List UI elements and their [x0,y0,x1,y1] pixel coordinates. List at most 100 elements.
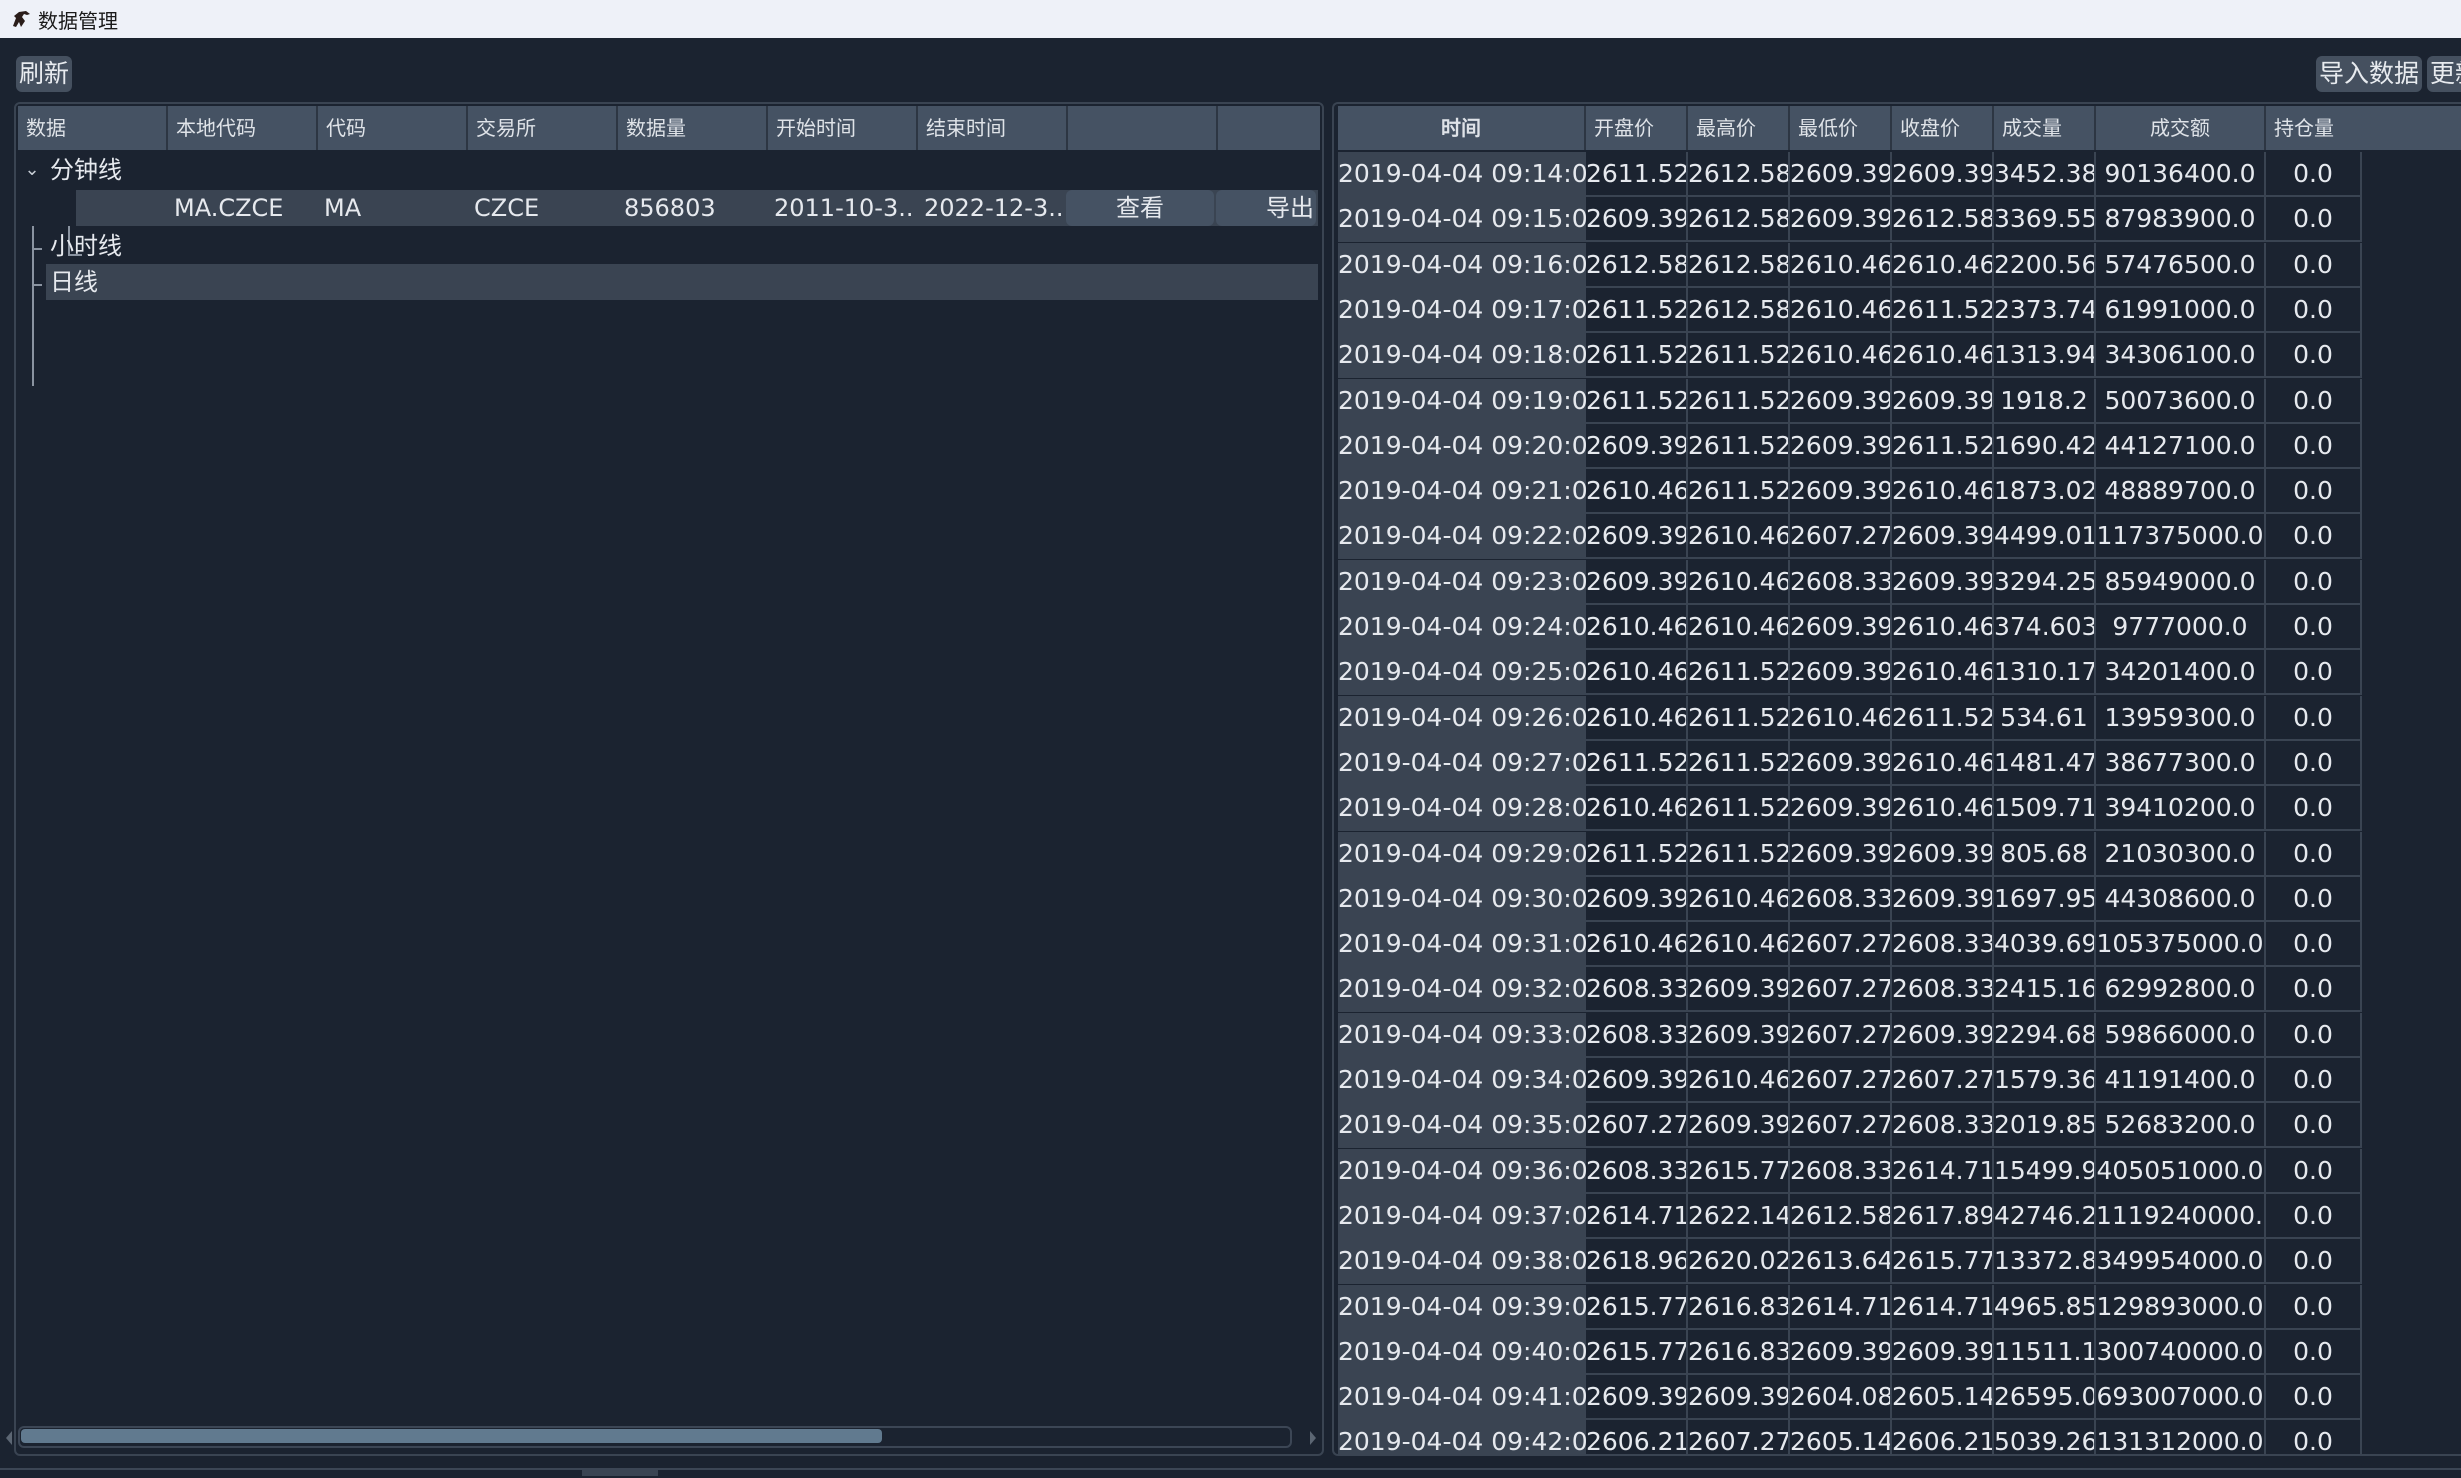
bar-table-row[interactable]: 2019-04-04 09:26:00 2610.46 2611.52 2610.46… [1338,695,2362,741]
bar-cell-open: 2610.46 [1586,695,1688,741]
bar-table-row[interactable]: 2019-04-04 09:22:00 2609.39 2610.46 2607.27… [1338,514,2362,560]
update-button[interactable]: 更新 [2427,56,2461,92]
tree-branch-line [32,248,42,250]
bar-table-row[interactable]: 2019-04-04 09:34:00 2609.39 2610.46 2607.27… [1338,1058,2362,1103]
bar-table-row[interactable]: 2019-04-04 09:14:00 2611.52 2612.58 2609.39… [1338,152,2362,197]
bar-cell-turnover: 300740000.0 [2096,1329,2266,1375]
bar-table-row[interactable]: 2019-04-04 09:24:00 2610.46 2610.46 2609.39… [1338,605,2362,650]
bottom-tab[interactable] [582,1470,658,1476]
bar-cell-volume: 1690.42 [1994,423,2096,469]
bar-table-row[interactable]: 2019-04-04 09:25:00 2610.46 2611.52 2609.39… [1338,650,2362,696]
bar-header-time[interactable]: 时间 [1338,106,1586,150]
tree-header-view[interactable] [1068,106,1218,150]
bar-cell-turnover: 13959300.0 [2096,695,2266,741]
bar-header-close[interactable]: 收盘价 [1892,106,1994,150]
local-code-cell: MA.CZCE [174,194,284,222]
bar-table-row[interactable]: 2019-04-04 09:29:00 2611.52 2611.52 2609.39… [1338,831,2362,877]
bar-cell-low: 2609.39 [1790,605,1892,650]
bar-cell-close: 2617.89 [1892,1193,1994,1239]
bar-cell-time: 2019-04-04 09:27:00 [1338,740,1586,786]
bar-table-row[interactable]: 2019-04-04 09:16:00 2612.58 2612.58 2610.46… [1338,242,2362,288]
bar-cell-close: 2609.39 [1892,514,1994,560]
bar-cell-close: 2609.39 [1892,876,1994,922]
tree-header-local-code[interactable]: 本地代码 [168,106,318,150]
bar-table-row[interactable]: 2019-04-04 09:17:00 2611.52 2612.58 2610.46… [1338,287,2362,333]
tree-header-code[interactable]: 代码 [318,106,468,150]
bar-cell-open-interest: 0.0 [2266,152,2362,197]
bar-cell-high: 2622.14 [1688,1193,1790,1239]
bar-cell-turnover: 85949000.0 [2096,559,2266,605]
bar-cell-time: 2019-04-04 09:40:00 [1338,1329,1586,1375]
bar-cell-close: 2609.39 [1892,559,1994,605]
bar-cell-open: 2611.52 [1586,287,1688,333]
bar-table-row[interactable]: 2019-04-04 09:33:00 2608.33 2609.39 2607.27… [1338,1012,2362,1058]
bar-table-row[interactable]: 2019-04-04 09:31:00 2610.46 2610.46 2607.27… [1338,922,2362,968]
bar-cell-volume: 2294.68 [1994,1012,2096,1058]
bar-cell-open: 2610.46 [1586,786,1688,832]
bar-table-row[interactable]: 2019-04-04 09:35:00 2607.27 2609.39 2607.27… [1338,1103,2362,1149]
bar-table-row[interactable]: 2019-04-04 09:36:00 2608.33 2615.77 2608.33… [1338,1148,2362,1194]
bar-cell-time: 2019-04-04 09:26:00 [1338,695,1586,741]
tree-group-hour[interactable]: 小时线 [46,228,1318,264]
bar-header-low[interactable]: 最低价 [1790,106,1892,150]
bar-cell-turnover: 405051000.0 [2096,1148,2266,1194]
bar-cell-low: 2610.46 [1790,287,1892,333]
bar-header-open[interactable]: 开盘价 [1586,106,1688,150]
bar-table-row[interactable]: 2019-04-04 09:39:00 2615.77 2616.83 2614.71… [1338,1284,2362,1330]
bar-cell-close: 2610.46 [1892,650,1994,696]
bar-header-volume[interactable]: 成交量 [1994,106,2096,150]
export-button[interactable]: 导出 [1216,190,1316,226]
chevron-down-icon[interactable]: ⌄ [18,152,46,188]
bar-table-row[interactable]: 2019-04-04 09:37:00 2614.71 2622.14 2612.58… [1338,1193,2362,1239]
bar-header-turnover[interactable]: 成交额 [2096,106,2266,150]
start-time-cell: 2011-10-3... [774,194,916,222]
bar-table-row[interactable]: 2019-04-04 09:42:00 2606.21 2607.27 2605.14… [1338,1420,2362,1454]
bar-table-row[interactable]: 2019-04-04 09:32:00 2608.33 2609.39 2607.27… [1338,967,2362,1013]
bar-table-row[interactable]: 2019-04-04 09:23:00 2609.39 2610.46 2608.33… [1338,559,2362,605]
bar-cell-time: 2019-04-04 09:32:00 [1338,967,1586,1013]
bar-cell-close: 2611.52 [1892,423,1994,469]
tree-header-start[interactable]: 开始时间 [768,106,918,150]
scrollbar-thumb[interactable] [21,1429,882,1443]
tree-header-end[interactable]: 结束时间 [918,106,1068,150]
bar-cell-close: 2609.39 [1892,152,1994,197]
bar-cell-open: 2611.52 [1586,333,1688,379]
bar-cell-turnover: 129893000.0 [2096,1284,2266,1330]
bar-table-row[interactable]: 2019-04-04 09:28:00 2610.46 2611.52 2609.39… [1338,786,2362,832]
tree-header-data[interactable]: 数据 [18,106,168,150]
bar-cell-time: 2019-04-04 09:23:00 [1338,559,1586,605]
import-data-button[interactable]: 导入数据 [2316,56,2423,92]
bar-table-row[interactable]: 2019-04-04 09:41:00 2609.39 2609.39 2604.08… [1338,1375,2362,1421]
bar-table-row[interactable]: 2019-04-04 09:18:00 2611.52 2611.52 2610.46… [1338,333,2362,379]
bar-table-row[interactable]: 2019-04-04 09:19:00 2611.52 2611.52 2609.39… [1338,378,2362,424]
bar-table-row[interactable]: 2019-04-04 09:38:00 2618.96 2620.02 2613.64… [1338,1239,2362,1285]
bar-table-row[interactable]: 2019-04-04 09:30:00 2609.39 2610.46 2608.33… [1338,876,2362,922]
tree-group-minute[interactable]: ⌄ 分钟线 [18,152,1320,188]
bar-table-row[interactable]: 2019-04-04 09:27:00 2611.52 2611.52 2609.39… [1338,740,2362,786]
bar-cell-turnover: 61991000.0 [2096,287,2266,333]
bar-cell-time: 2019-04-04 09:18:00 [1338,333,1586,379]
bar-cell-turnover: 105375000.0 [2096,922,2266,968]
bar-table-row[interactable]: 2019-04-04 09:40:00 2615.77 2616.83 2609.39… [1338,1329,2362,1375]
scroll-left-arrow-icon[interactable] [6,1431,12,1445]
refresh-button[interactable]: 刷新 [16,56,73,92]
bar-table-row[interactable]: 2019-04-04 09:20:00 2609.39 2611.52 2609.39… [1338,423,2362,469]
tree-header-exchange[interactable]: 交易所 [468,106,618,150]
view-button[interactable]: 查看 [1066,190,1214,226]
bar-header-open-interest[interactable]: 持仓量 [2266,106,2362,150]
bar-cell-open-interest: 0.0 [2266,514,2362,560]
bar-cell-low: 2609.39 [1790,423,1892,469]
scroll-right-arrow-icon[interactable] [1310,1431,1316,1445]
bar-cell-turnover: 59866000.0 [2096,1012,2266,1058]
bar-table-row[interactable]: 2019-04-04 09:15:00 2609.39 2612.58 2609.39… [1338,197,2362,243]
tree-group-day[interactable]: 日线 [46,264,1318,300]
tree-row-ma-czce[interactable]: MA.CZCE MA CZCE 856803 2011-10-3... 2022… [76,190,1318,226]
bar-cell-volume: 1481.47 [1994,740,2096,786]
bar-cell-time: 2019-04-04 09:39:00 [1338,1284,1586,1330]
bar-header-high[interactable]: 最高价 [1688,106,1790,150]
bar-cell-high: 2612.58 [1688,242,1790,288]
tree-header-count[interactable]: 数据量 [618,106,768,150]
tree-horizontal-scrollbar[interactable] [18,1426,1292,1448]
tree-header-export[interactable] [1218,106,1320,150]
bar-table-row[interactable]: 2019-04-04 09:21:00 2610.46 2611.52 2609.39… [1338,469,2362,515]
